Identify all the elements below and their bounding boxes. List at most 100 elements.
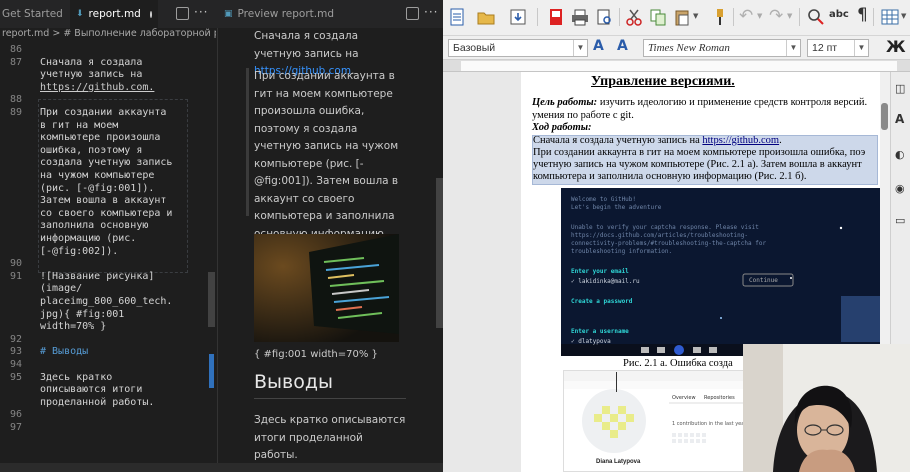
- preview-more-icon[interactable]: ···: [424, 5, 438, 19]
- breadcrumb[interactable]: report.md > # Выполнение лабораторной ра…: [0, 28, 216, 42]
- code-line[interactable]: (image/: [40, 283, 82, 294]
- copy-icon[interactable]: [649, 8, 667, 26]
- code-line[interactable]: Сначала я создала: [40, 57, 142, 68]
- horizontal-ruler[interactable]: [443, 60, 910, 72]
- bold-button[interactable]: Ж: [886, 37, 906, 56]
- font-name-select[interactable]: Times New Roman ▼: [643, 39, 801, 57]
- split-editor-icon[interactable]: [176, 7, 189, 20]
- code-line[interactable]: width=70% }: [40, 321, 106, 332]
- paste-dropdown-icon[interactable]: ▼: [693, 12, 698, 20]
- cut-icon[interactable]: [625, 8, 643, 26]
- code-line[interactable]: jpg){ #fig:001: [40, 309, 124, 320]
- line-number: 88: [9, 94, 22, 106]
- find-replace-icon[interactable]: [807, 8, 825, 26]
- standard-toolbar: ▼ ↶ ▼ ↷ ▼ abc ¶ ▼: [443, 0, 910, 36]
- table-dropdown-icon[interactable]: ▼: [901, 12, 906, 20]
- code-line[interactable]: компьютере произошла: [40, 132, 160, 143]
- spelling-icon[interactable]: abc: [829, 9, 849, 20]
- font-dropdown-icon: ▼: [786, 40, 800, 56]
- line-number: 86: [9, 44, 22, 55]
- line-number: 96: [9, 409, 22, 421]
- preview-heading-conclusions: Выводы: [254, 371, 333, 393]
- tab-get-started[interactable]: Get Started: [0, 0, 69, 28]
- sidebar-gallery-icon[interactable]: ◐: [895, 148, 905, 161]
- code-line[interactable]: в гит на моем: [40, 120, 118, 131]
- undo-icon[interactable]: ↶: [739, 6, 753, 26]
- code-line[interactable]: [-@fig:002]).: [40, 246, 118, 257]
- unsaved-dot-icon[interactable]: [149, 10, 152, 18]
- line-number: 97: [9, 422, 22, 433]
- more-actions-icon[interactable]: ···: [194, 5, 208, 19]
- print-preview-icon[interactable]: [595, 8, 613, 26]
- document-title: Управление версиями.: [591, 74, 735, 89]
- code-line[interactable]: проделанной работы.: [40, 397, 154, 408]
- undo-dropdown-icon[interactable]: ▼: [757, 12, 762, 20]
- github-signup-screenshot[interactable]: Welcome to GitHub! Let's begin the adven…: [561, 188, 881, 356]
- redo-dropdown-icon[interactable]: ▼: [787, 12, 792, 20]
- line-number: 92: [9, 333, 22, 345]
- code-line[interactable]: со своего компьютера и: [40, 208, 172, 219]
- line-number: 91: [9, 270, 22, 282]
- github-profile-screenshot[interactable]: Overview Repositories 1 contribution in …: [563, 370, 759, 472]
- font-size-select[interactable]: 12 пт ▼: [807, 39, 869, 57]
- sidebar-page-icon[interactable]: ▭: [895, 214, 905, 227]
- code-line[interactable]: Затем вошла в аккаунт: [40, 195, 166, 206]
- redo-icon[interactable]: ↷: [769, 6, 783, 26]
- paragraph-style-select[interactable]: Базовый ▼: [448, 39, 588, 57]
- preview-split-icon[interactable]: [406, 7, 419, 20]
- code-line[interactable]: ошибка, поэтому я: [40, 145, 142, 156]
- preview-icon: ▣: [224, 9, 233, 19]
- code-line[interactable]: placeimg_800_600_tech.: [40, 296, 172, 307]
- markdown-editor[interactable]: 86 87 Сначала я создала учетную запись на ht…: [0, 42, 216, 472]
- doc-github-link[interactable]: https://github.com: [702, 135, 779, 146]
- preview-quote-bar: [246, 68, 249, 216]
- size-dropdown-icon: ▼: [854, 40, 868, 56]
- continue-button: Continue: [749, 277, 778, 284]
- insert-table-icon[interactable]: [881, 8, 899, 26]
- tab-preview-report[interactable]: ▣ Preview report.md: [218, 0, 338, 28]
- code-line[interactable]: https://github.com.: [40, 82, 154, 93]
- code-line[interactable]: # Выводы: [40, 346, 88, 357]
- status-bar: [0, 463, 443, 472]
- sidebar-navigator-icon[interactable]: ◉: [895, 182, 905, 195]
- export-pdf-icon[interactable]: [547, 8, 565, 26]
- split-sash[interactable]: [209, 354, 214, 388]
- code-line[interactable]: информацию (рис.: [40, 233, 136, 244]
- line-number: 95: [9, 371, 22, 383]
- doc-paragraph-line-3: учетную запись на чужом компьютере (Рис.…: [533, 159, 862, 170]
- preview-scrollbar[interactable]: [436, 178, 443, 328]
- style-dropdown-icon: ▼: [573, 40, 587, 56]
- paste-icon[interactable]: [673, 8, 691, 26]
- update-style-icon[interactable]: A: [593, 38, 604, 54]
- code-line[interactable]: ![Название рисунка]: [40, 271, 154, 282]
- preview-image-caption: { #fig:001 width=70% }: [254, 349, 378, 360]
- document-scrollbar-thumb[interactable]: [881, 103, 888, 130]
- code-line[interactable]: заполнила основную: [40, 220, 148, 231]
- print-icon[interactable]: [571, 8, 589, 26]
- code-line[interactable]: При создании аккаунта: [40, 107, 166, 118]
- figure-caption: Рис. 2.1 а. Ошибка созда: [623, 358, 733, 369]
- new-document-icon[interactable]: [448, 8, 466, 26]
- preview-image: [254, 234, 399, 342]
- webcam-overlay: [743, 344, 910, 472]
- line-number: 94: [9, 359, 22, 370]
- open-folder-icon[interactable]: [477, 8, 495, 26]
- preview-divider: [254, 398, 406, 399]
- formatting-marks-icon[interactable]: ¶: [857, 5, 868, 25]
- editor-scrollbar-thumb[interactable]: [208, 272, 215, 327]
- formatting-toolbar: Базовый ▼ A A Times New Roman ▼ 12 пт ▼: [443, 36, 910, 60]
- save-icon[interactable]: [509, 8, 527, 26]
- code-line[interactable]: (рис. [-@fig:001]).: [40, 183, 154, 194]
- editor-scrollbar-track[interactable]: [207, 42, 216, 472]
- code-line[interactable]: Здесь кратко: [40, 372, 112, 383]
- sidebar-styles-icon[interactable]: A: [895, 112, 904, 126]
- sidebar-properties-icon[interactable]: ◫: [895, 82, 905, 95]
- code-line[interactable]: на чужом компьютере: [40, 170, 154, 181]
- new-style-icon[interactable]: A: [617, 38, 628, 54]
- clone-formatting-icon[interactable]: [711, 8, 729, 26]
- tab-report-md[interactable]: ⬇ report.md: [70, 0, 158, 28]
- code-line[interactable]: создала учетную запись: [40, 157, 172, 168]
- markdown-preview[interactable]: Сначала я создала учетную запись на http…: [217, 28, 443, 472]
- code-line[interactable]: учетную запись на: [40, 69, 142, 80]
- code-line[interactable]: описываются итоги: [40, 384, 142, 395]
